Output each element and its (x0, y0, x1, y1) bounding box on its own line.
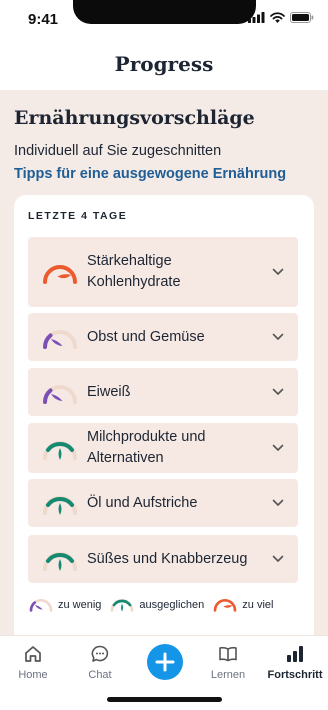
accordion-item-dairy[interactable]: Milchprodukte und Alternativen (28, 423, 298, 473)
legend-label: zu wenig (58, 599, 102, 611)
tab-label: Chat (88, 669, 112, 681)
card-heading: LETZTE 4 TAGE (28, 210, 128, 222)
add-entry-button[interactable] (147, 644, 183, 680)
legend-item-high: zu viel (212, 597, 273, 613)
tab-learn[interactable]: Lernen (196, 644, 260, 681)
accordion-item-starchy-carbs[interactable]: Stärkehaltige Kohlenhydrate (28, 237, 298, 307)
gauge-legend: zu wenig ausgeglichen zu viel (28, 597, 281, 613)
suggestions-card: LETZTE 4 TAGE Stärkehaltige Kohlenhydrat… (14, 195, 314, 635)
bar-chart-icon (287, 646, 303, 662)
tab-label: Lernen (210, 669, 246, 681)
chevron-down-icon (272, 268, 284, 275)
header: Progress (0, 38, 328, 90)
accordion-item-label: Öl und Aufstriche (87, 494, 198, 511)
home-icon (25, 646, 41, 662)
accordion-item-label: Milchprodukte und Alternativen (87, 429, 206, 466)
legend-label: zu viel (242, 599, 274, 611)
legend-item-low: zu wenig (28, 597, 101, 613)
accordion-item-label: Stärkehaltige Kohlenhydrate (87, 253, 181, 290)
tab-label: Fortschritt (267, 669, 323, 681)
tab-home[interactable]: Home (1, 644, 65, 681)
legend-item-balanced: ausgeglichen (109, 597, 204, 613)
gauge-balanced-icon (43, 496, 77, 515)
gauge-low-icon (29, 599, 53, 612)
chevron-down-icon (272, 388, 284, 395)
balanced-diet-tips-link[interactable]: Tipps für eine ausgewogene Ernährung (14, 166, 286, 182)
status-icons (248, 12, 314, 23)
book-icon (219, 646, 237, 662)
cellular-signal-icon (248, 12, 265, 23)
chevron-down-icon (272, 333, 284, 340)
accordion-item-sweets-snacks[interactable]: Süßes und Knabberzeug (28, 535, 298, 583)
plus-icon (155, 652, 175, 672)
accordion-item-label: Obst und Gemüse (87, 328, 205, 345)
tab-progress[interactable]: Fortschritt (263, 644, 327, 681)
chevron-down-icon (272, 444, 284, 451)
chevron-down-icon (272, 499, 284, 506)
accordion-item-label: Süßes und Knabberzeug (87, 550, 248, 567)
device-notch (73, 0, 256, 24)
gauge-high-icon (43, 265, 77, 284)
gauge-balanced-icon (111, 599, 134, 612)
battery-icon (290, 12, 314, 23)
gauge-low-icon (43, 385, 77, 404)
gauge-high-icon (213, 599, 237, 612)
accordion-item-fruit-vegetables[interactable]: Obst und Gemüse (28, 313, 298, 361)
home-indicator (107, 697, 222, 702)
accordion-item-protein[interactable]: Eiweiß (28, 368, 298, 416)
wifi-icon (270, 12, 285, 23)
section-subtitle: Individuell auf Sie zugeschnitten (14, 143, 222, 159)
section-title: Ernährungsvorschläge (14, 107, 255, 129)
tab-label: Home (18, 669, 48, 681)
chevron-down-icon (272, 555, 284, 562)
chat-icon (91, 645, 109, 662)
tab-chat[interactable]: Chat (68, 644, 132, 681)
bottom-tab-bar: Home Chat Lernen Fortschritt (0, 635, 328, 710)
gauge-low-icon (43, 330, 77, 349)
gauge-balanced-icon (43, 552, 77, 571)
gauge-balanced-icon (43, 441, 77, 460)
accordion-item-label: Eiweiß (87, 383, 131, 400)
accordion-item-oil-spreads[interactable]: Öl und Aufstriche (28, 479, 298, 527)
status-bar: 9:41 (0, 0, 328, 38)
page-title: Progress (114, 52, 214, 76)
status-time: 9:41 (28, 11, 59, 28)
legend-label: ausgeglichen (139, 599, 205, 611)
